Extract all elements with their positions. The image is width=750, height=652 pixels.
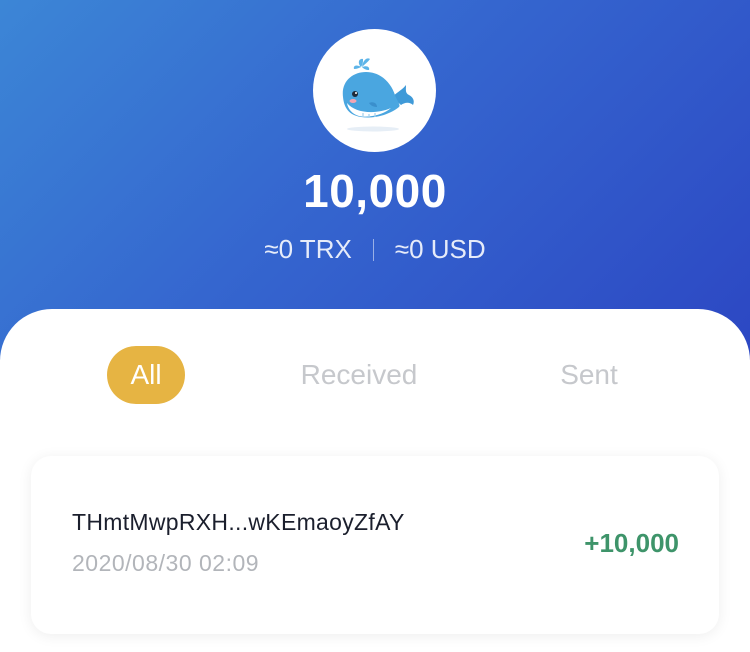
transaction-amount: +10,000 xyxy=(584,528,679,558)
usd-value: ≈0 USD xyxy=(394,234,486,264)
whale-icon xyxy=(342,57,414,131)
transaction-address: THmtMwpRXH...wKEmaoyZfAY xyxy=(72,509,405,535)
transaction-filter-tabs: All Received Sent xyxy=(0,346,750,406)
token-balance: 10,000 xyxy=(303,165,447,217)
token-header: 10,000 ≈0 TRX ≈0 USD xyxy=(0,0,750,360)
tab-sent[interactable]: Sent xyxy=(538,346,640,404)
tab-all[interactable]: All xyxy=(107,346,185,404)
fiat-values: ≈0 TRX ≈0 USD xyxy=(0,234,750,265)
divider xyxy=(372,238,374,261)
trx-value: ≈0 TRX xyxy=(264,234,352,264)
tab-received[interactable]: Received xyxy=(280,346,438,404)
transaction-item[interactable]: THmtMwpRXH...wKEmaoyZfAY 2020/08/30 02:0… xyxy=(31,456,719,634)
token-logo xyxy=(313,29,436,152)
transaction-time: 2020/08/30 02:09 xyxy=(72,550,260,576)
